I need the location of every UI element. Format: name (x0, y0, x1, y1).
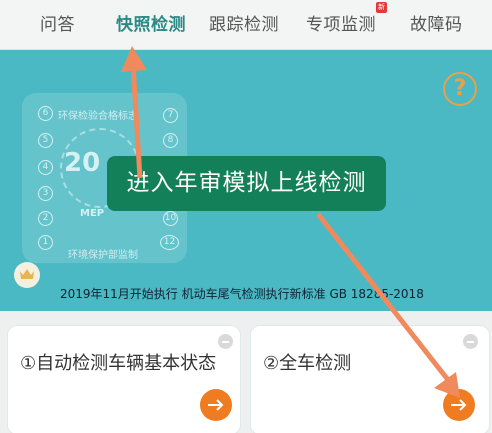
annotation-arrow-to-tab (121, 46, 147, 179)
app-screen: 问答 快照检测 跟踪检测 专项监测 新 故障码 ? 环保检验合格标志 环境保护部… (0, 0, 492, 433)
annotation-arrows (121, 46, 460, 398)
annotation-arrow-to-go-button (316, 212, 460, 398)
